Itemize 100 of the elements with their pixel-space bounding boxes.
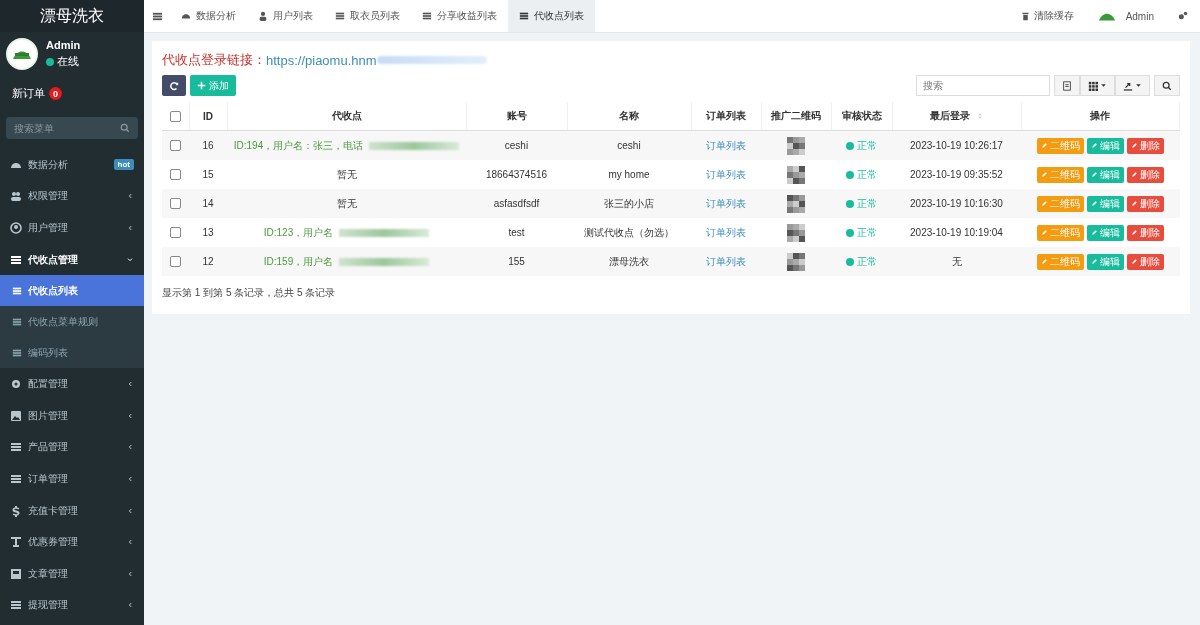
table-icon bbox=[1062, 80, 1072, 91]
action-button[interactable]: 编辑 bbox=[1086, 224, 1124, 241]
table-cell: 测试代收点（勿选） bbox=[584, 226, 674, 238]
menu-item[interactable]: 产品管理 bbox=[0, 431, 144, 464]
chevron-left-icon bbox=[126, 601, 134, 610]
column-header: 操作 bbox=[1090, 109, 1111, 123]
clear-cache-button[interactable]: 清除缓存 bbox=[1009, 0, 1087, 32]
menu-item[interactable]: 充值卡管理 bbox=[0, 494, 144, 527]
menu-item[interactable]: 数据分析 hot bbox=[0, 149, 144, 181]
tab[interactable]: 用户列表 bbox=[247, 0, 324, 32]
status-text: 正常 bbox=[857, 167, 877, 182]
grid-icon bbox=[1088, 80, 1098, 91]
menu-item[interactable]: 配置管理 bbox=[0, 368, 144, 400]
action-button[interactable]: 编辑 bbox=[1086, 166, 1124, 183]
pencil-icon bbox=[1040, 200, 1048, 207]
toggle-view-button[interactable] bbox=[1054, 75, 1080, 96]
tab[interactable]: 数据分析 bbox=[170, 0, 247, 32]
order-count: 0 bbox=[49, 87, 62, 100]
list-icon bbox=[519, 11, 529, 21]
column-header: 最后登录 bbox=[929, 109, 970, 123]
row-checkbox[interactable] bbox=[170, 256, 181, 268]
brand-title: 漂母洗衣 bbox=[0, 0, 144, 32]
order-list-link[interactable]: 订单列表 bbox=[706, 226, 746, 238]
refresh-button[interactable] bbox=[162, 75, 186, 96]
trash-icon bbox=[1021, 11, 1031, 21]
add-button[interactable]: 添加 bbox=[190, 75, 236, 96]
pencil-icon bbox=[1130, 258, 1138, 265]
table-cell: test bbox=[508, 227, 525, 238]
submenu-item[interactable]: 代收点列表 bbox=[0, 275, 144, 307]
tab[interactable]: 取衣员列表 bbox=[324, 0, 411, 32]
table-cell: 2023-10-19 10:26:17 bbox=[910, 140, 1003, 151]
chevron-left-icon bbox=[126, 380, 134, 389]
action-button[interactable]: 删除 bbox=[1126, 195, 1164, 212]
user-circle-icon bbox=[10, 222, 22, 234]
menu-item[interactable]: 权限管理 bbox=[0, 180, 144, 213]
pencil-icon bbox=[1090, 258, 1098, 265]
action-button[interactable]: 删除 bbox=[1126, 253, 1164, 270]
pencil-icon bbox=[1040, 258, 1048, 265]
menu-item[interactable]: 代收点管理 bbox=[0, 243, 144, 276]
user-menu[interactable]: Admin bbox=[1086, 0, 1166, 32]
order-list-link[interactable]: 订单列表 bbox=[706, 168, 746, 180]
column-header: 名称 bbox=[619, 109, 639, 123]
pencil-icon bbox=[1130, 229, 1138, 236]
row-checkbox[interactable] bbox=[170, 169, 181, 181]
pencil-icon bbox=[1130, 200, 1138, 207]
submenu-item[interactable]: 编码列表 bbox=[0, 337, 144, 369]
action-button[interactable]: 编辑 bbox=[1086, 195, 1124, 212]
newspaper-icon bbox=[10, 567, 22, 580]
list-icon bbox=[12, 347, 22, 358]
row-checkbox[interactable] bbox=[170, 227, 181, 239]
select-all-checkbox[interactable] bbox=[169, 110, 181, 122]
qr-code-icon bbox=[787, 165, 805, 184]
list-icon bbox=[335, 11, 345, 21]
login-link[interactable]: https://piaomu.hnm bbox=[266, 52, 377, 68]
user-icon bbox=[258, 11, 268, 21]
action-button[interactable]: 编辑 bbox=[1086, 137, 1124, 154]
chevron-left-icon bbox=[126, 506, 134, 515]
menu-item[interactable]: 提现管理 bbox=[0, 589, 144, 622]
caret-icon bbox=[1100, 82, 1107, 89]
column-header: 账号 bbox=[506, 109, 527, 123]
table-cell: 暂无 bbox=[336, 197, 357, 209]
menu-item[interactable]: 图片管理 bbox=[0, 399, 144, 432]
row-checkbox[interactable] bbox=[170, 198, 181, 210]
action-button[interactable]: 删除 bbox=[1126, 166, 1164, 183]
search-button[interactable] bbox=[1154, 75, 1180, 96]
chevron-left-icon bbox=[126, 224, 134, 232]
plus-icon bbox=[197, 81, 206, 90]
action-button[interactable]: 编辑 bbox=[1086, 253, 1124, 270]
menu-item[interactable]: 订单管理 bbox=[0, 463, 144, 495]
dollar-icon bbox=[10, 504, 22, 517]
chevron-left-icon bbox=[126, 474, 134, 483]
menu-search-field[interactable]: 搜索菜单 bbox=[6, 117, 138, 139]
table-cell: ID:123，用户名 bbox=[263, 226, 334, 238]
export-icon bbox=[1123, 80, 1133, 91]
column-header: 订单列表 bbox=[706, 109, 746, 123]
pencil-icon bbox=[1090, 229, 1098, 236]
export-button[interactable] bbox=[1115, 75, 1150, 96]
table-cell: 2023-10-19 09:35:52 bbox=[910, 169, 1003, 180]
action-button[interactable]: 删除 bbox=[1126, 224, 1164, 241]
column-header: 推广二维码 bbox=[771, 109, 821, 123]
pencil-icon bbox=[1040, 171, 1048, 178]
row-checkbox[interactable] bbox=[170, 140, 181, 152]
qr-code-icon bbox=[787, 223, 805, 242]
action-button[interactable]: 删除 bbox=[1126, 137, 1164, 154]
tab[interactable]: 分享收益列表 bbox=[411, 0, 508, 32]
user-status: 在线 bbox=[57, 54, 79, 69]
search-icon bbox=[120, 123, 130, 133]
menu-item[interactable]: 文章管理 bbox=[0, 557, 144, 590]
table-cell: 13 bbox=[202, 227, 214, 238]
menu-item[interactable]: 优惠券管理 bbox=[0, 526, 144, 558]
pencil-icon bbox=[1040, 229, 1048, 236]
table-cell: ID:159，用户名 bbox=[263, 255, 334, 267]
search-field[interactable]: 搜索 bbox=[916, 75, 1050, 96]
table-cell: ceshi bbox=[617, 140, 641, 151]
tab[interactable]: 代收点列表 bbox=[508, 0, 595, 32]
table-cell: 12 bbox=[202, 256, 214, 267]
columns-button[interactable] bbox=[1080, 75, 1115, 96]
refresh-icon bbox=[169, 80, 179, 91]
submenu-item[interactable]: 代收点菜单规则 bbox=[0, 306, 144, 338]
menu-item[interactable]: 用户管理 bbox=[0, 212, 144, 244]
